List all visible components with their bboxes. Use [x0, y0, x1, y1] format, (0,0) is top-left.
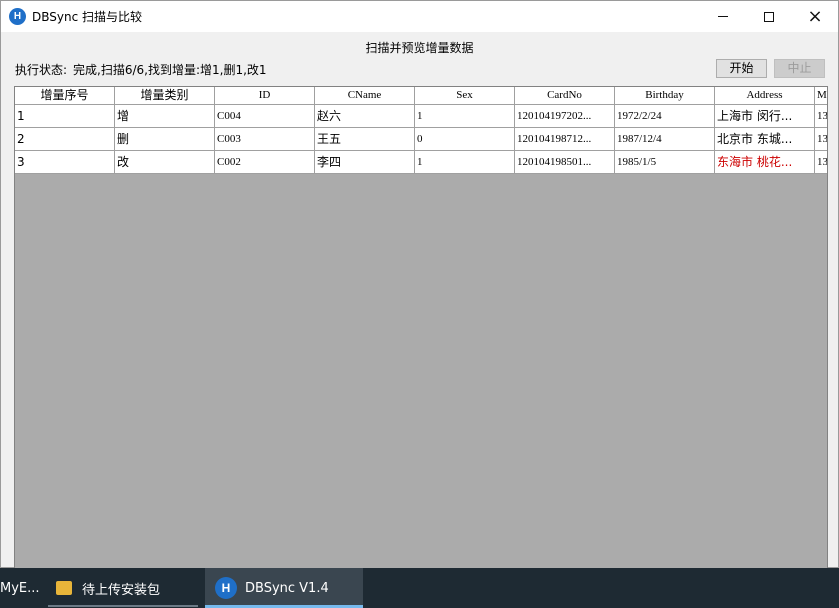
- cell-address: 上海市 闵行...: [715, 105, 815, 128]
- taskbar-item-folder[interactable]: 待上传安装包: [48, 568, 198, 608]
- cell-seq: 3: [15, 151, 115, 174]
- cell-type: 增: [115, 105, 215, 128]
- execution-status: 执行状态: 完成,扫描6/6,找到增量:增1,删1,改1: [15, 61, 273, 78]
- column-header-sex[interactable]: Sex: [415, 87, 515, 105]
- cell-cname: 赵六: [315, 105, 415, 128]
- cell-sex: 0: [415, 128, 515, 151]
- taskbar: MyE... 待上传安装包 H DBSync V1.4: [0, 568, 839, 608]
- taskbar-label: 待上传安装包: [82, 582, 161, 598]
- taskbar-label: MyE...: [0, 580, 40, 596]
- cell-birthday: 1985/1/5: [615, 151, 715, 174]
- column-header-address[interactable]: Address: [715, 87, 815, 105]
- grid-header-row: 增量序号 增量类别 ID CName Sex CardNo Birthday A…: [15, 87, 827, 105]
- start-button[interactable]: 开始: [716, 59, 767, 78]
- folder-icon: [56, 581, 72, 595]
- taskbar-folder-indicator: [48, 605, 198, 607]
- cell-birthday: 1972/2/24: [615, 105, 715, 128]
- taskbar-item-myeclipse[interactable]: MyE...: [0, 568, 40, 608]
- status-label: 执行状态:: [15, 63, 68, 77]
- table-row[interactable]: 3 改 C002 李四 1 120104198501... 1985/1/5 东…: [15, 151, 827, 174]
- dbsync-window: H DBSync 扫描与比较 × 扫描并预览增量数据 执行状态: 完成,扫描6/6…: [0, 0, 839, 569]
- minimize-icon: [718, 16, 728, 17]
- taskbar-label: DBSync V1.4: [245, 580, 329, 596]
- cell-m: 13: [815, 105, 827, 128]
- cell-id: C002: [215, 151, 315, 174]
- cell-cardno: 120104198501...: [515, 151, 615, 174]
- page-heading: 扫描并预览增量数据: [365, 41, 474, 55]
- close-button[interactable]: ×: [792, 1, 838, 32]
- cell-seq: 2: [15, 128, 115, 151]
- cell-address: 北京市 东城...: [715, 128, 815, 151]
- status-text: 完成,扫描6/6,找到增量:增1,删1,改1: [73, 63, 267, 77]
- cell-type: 删: [115, 128, 215, 151]
- cell-seq: 1: [15, 105, 115, 128]
- cell-cardno: 120104198712...: [515, 128, 615, 151]
- dbsync-logo-icon: H: [215, 577, 237, 599]
- column-header-type[interactable]: 增量类别: [115, 87, 215, 105]
- taskbar-item-dbsync[interactable]: H DBSync V1.4: [205, 568, 363, 608]
- table-row[interactable]: 1 增 C004 赵六 1 120104197202... 1972/2/24 …: [15, 105, 827, 128]
- window-title: DBSync 扫描与比较: [32, 10, 142, 24]
- column-header-m[interactable]: M: [815, 87, 827, 105]
- cell-cardno: 120104197202...: [515, 105, 615, 128]
- close-icon: ×: [807, 6, 823, 27]
- cell-birthday: 1987/12/4: [615, 128, 715, 151]
- cell-type: 改: [115, 151, 215, 174]
- cell-id: C004: [215, 105, 315, 128]
- cell-m: 13: [815, 128, 827, 151]
- cell-address-changed: 东海市 桃花...: [715, 151, 815, 174]
- maximize-icon: [764, 11, 774, 22]
- column-header-id[interactable]: ID: [215, 87, 315, 105]
- cell-sex: 1: [415, 151, 515, 174]
- cell-sex: 1: [415, 105, 515, 128]
- maximize-button[interactable]: [746, 1, 792, 32]
- grid-content: 增量序号 增量类别 ID CName Sex CardNo Birthday A…: [15, 87, 827, 174]
- column-header-seq[interactable]: 增量序号: [15, 87, 115, 105]
- column-header-cardno[interactable]: CardNo: [515, 87, 615, 105]
- cell-cname: 李四: [315, 151, 415, 174]
- column-header-cname[interactable]: CName: [315, 87, 415, 105]
- dbsync-logo-icon: H: [9, 8, 26, 25]
- incremental-data-grid[interactable]: 增量序号 增量类别 ID CName Sex CardNo Birthday A…: [14, 86, 828, 569]
- cell-id: C003: [215, 128, 315, 151]
- cell-cname: 王五: [315, 128, 415, 151]
- column-header-birthday[interactable]: Birthday: [615, 87, 715, 105]
- minimize-button[interactable]: [700, 1, 746, 32]
- title-bar[interactable]: H DBSync 扫描与比较 ×: [1, 1, 838, 32]
- table-row[interactable]: 2 删 C003 王五 0 120104198712... 1987/12/4 …: [15, 128, 827, 151]
- cell-m: 13: [815, 151, 827, 174]
- stop-button[interactable]: 中止: [774, 59, 825, 78]
